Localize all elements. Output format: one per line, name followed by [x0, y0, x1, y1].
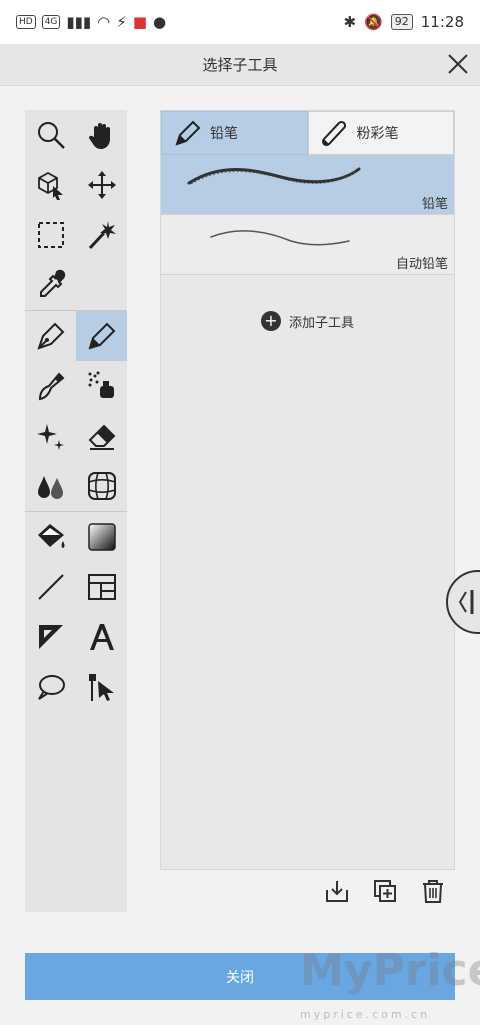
battery-indicator: 92	[390, 14, 413, 30]
tool-ruler[interactable]	[25, 612, 76, 662]
close-icon[interactable]	[444, 50, 472, 78]
airbrush-icon	[88, 371, 114, 398]
pen-nib-icon	[36, 322, 64, 350]
subtool-item-pencil[interactable]: 铅笔	[161, 155, 454, 215]
add-subtool-label: 添加子工具	[288, 315, 354, 331]
subtool-label: 铅笔	[421, 197, 448, 212]
tool-eraser[interactable]	[76, 411, 127, 461]
tool-text[interactable]	[76, 612, 127, 662]
signal-icon: ▮▮▮	[66, 13, 92, 31]
mute-bell-icon: 🔕	[364, 13, 383, 31]
tool-magic-wand[interactable]	[76, 210, 127, 260]
message-icon: ●	[153, 13, 167, 31]
app-notification-icon: ⚡	[116, 13, 127, 31]
pencil-icon	[88, 322, 115, 350]
magic-wand-icon	[88, 221, 116, 250]
watermark-url: myprice.com.cn	[300, 1008, 431, 1021]
tool-zoom[interactable]	[25, 110, 76, 160]
marquee-selection-icon	[37, 222, 64, 248]
panel-layout-icon	[87, 574, 116, 600]
blend-drops-icon	[37, 476, 63, 499]
subtool-item-auto-pencil[interactable]: 自动铅笔	[161, 215, 454, 275]
speech-balloon-icon	[37, 675, 65, 700]
duplicate-plus-icon	[374, 880, 396, 902]
magnifier-icon	[37, 122, 65, 149]
cube-arrow-icon	[37, 171, 63, 200]
duplicate-button[interactable]	[370, 876, 400, 906]
hd-badge: HD	[16, 15, 36, 29]
auto-pencil-stroke-preview	[210, 230, 350, 246]
tool-liquify[interactable]	[76, 461, 127, 511]
import-button[interactable]	[322, 876, 352, 906]
network-badge: 4G	[41, 15, 61, 29]
tool-balloon[interactable]	[25, 662, 76, 712]
tool-airbrush[interactable]	[76, 361, 127, 411]
hand-icon	[88, 123, 110, 149]
tool-object[interactable]	[25, 160, 76, 210]
mesh-grid-icon	[87, 472, 116, 500]
download-tray-icon	[326, 881, 348, 902]
tool-correct-line[interactable]	[76, 662, 127, 712]
tool-eyedropper[interactable]	[25, 260, 76, 310]
tool-figure[interactable]	[25, 562, 76, 612]
eraser-icon	[88, 424, 115, 450]
clock: 11:28	[420, 13, 464, 31]
wifi-icon: ◠	[97, 13, 111, 31]
tab-pencil-group[interactable]: 铅笔	[161, 111, 308, 155]
pencil-icon	[175, 120, 201, 146]
tool-frame-border[interactable]	[76, 562, 127, 612]
subtool-label: 自动铅笔	[395, 257, 448, 272]
move-arrows-icon	[87, 171, 116, 199]
sparkle-icon	[36, 424, 64, 450]
delete-button[interactable]	[418, 876, 448, 906]
bluetooth-icon: ✱	[343, 13, 357, 31]
tool-selection[interactable]	[25, 210, 76, 260]
tool-pencil[interactable]	[76, 311, 127, 361]
correct-line-arrow-icon	[88, 674, 114, 701]
watermark-logo: MyPrice	[300, 945, 480, 996]
tool-fill[interactable]	[25, 512, 76, 562]
tool-decoration[interactable]	[25, 411, 76, 461]
add-subtool-button[interactable]: + 添加子工具	[161, 311, 454, 331]
brush-icon	[38, 372, 64, 401]
status-bar: HD 4G ▮▮▮ ◠ ⚡ ■ ● ✱ 🔕 92 11:28	[0, 0, 480, 44]
chevron-left-icon	[458, 590, 474, 614]
tool-hand[interactable]	[76, 110, 127, 160]
tool-brush[interactable]	[25, 361, 76, 411]
triangle-ruler-icon	[38, 625, 63, 649]
tool-empty-slot	[76, 260, 127, 310]
status-right: ✱ 🔕 92 11:28	[344, 13, 465, 31]
red-app-icon: ■	[132, 13, 147, 31]
tool-gradient[interactable]	[76, 512, 127, 562]
status-left: HD 4G ▮▮▮ ◠ ⚡ ■ ●	[16, 13, 166, 31]
tool-blend[interactable]	[25, 461, 76, 511]
tab-pastel-group[interactable]: 粉彩笔	[307, 111, 454, 155]
trash-icon	[423, 880, 443, 903]
tab-label: 粉彩笔	[356, 126, 399, 142]
text-a-icon	[89, 624, 114, 650]
subtool-group-tabs: 铅笔 粉彩笔	[161, 111, 454, 155]
gradient-icon	[87, 523, 116, 551]
subtool-panel: 铅笔 粉彩笔 铅笔 自动铅笔 + 添加子工具	[160, 110, 455, 870]
pastel-icon	[321, 120, 346, 147]
dialog-title: 选择子工具	[202, 56, 278, 74]
subtool-actions	[322, 876, 448, 906]
plus-circle-icon: +	[260, 311, 281, 331]
pencil-stroke-preview	[187, 167, 361, 185]
tool-palette	[25, 110, 127, 912]
line-icon	[37, 574, 64, 600]
tool-pen[interactable]	[25, 311, 76, 361]
tool-move[interactable]	[76, 160, 127, 210]
eyedropper-icon	[39, 269, 65, 297]
paint-bucket-icon	[37, 524, 64, 548]
dialog-header: 选择子工具	[0, 44, 480, 86]
tab-label: 铅笔	[210, 126, 238, 142]
